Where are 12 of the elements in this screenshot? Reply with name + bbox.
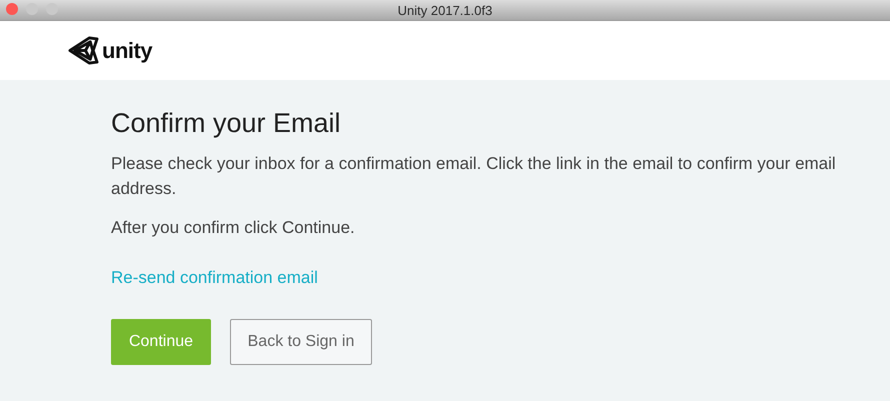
window-minimize-button[interactable] xyxy=(26,3,38,15)
back-button[interactable]: Back to Sign in xyxy=(230,319,372,365)
instruction-text: After you confirm click Continue. xyxy=(111,217,356,239)
window-close-button[interactable] xyxy=(6,3,18,15)
logo-text: unity xyxy=(102,38,152,64)
instruction-text: Please check your inbox for a confirmation email. Click the link in the email to confirm your email address. xyxy=(111,153,837,200)
continue-button[interactable]: Continue xyxy=(111,319,211,365)
resend-email-link[interactable]: Re-send confirmation email xyxy=(111,268,318,288)
window-title: Unity 2017.1.0f3 xyxy=(398,2,492,18)
page-heading: Confirm your Email xyxy=(111,108,342,139)
window-zoom-button[interactable] xyxy=(46,3,58,15)
logo-icon xyxy=(68,36,99,65)
